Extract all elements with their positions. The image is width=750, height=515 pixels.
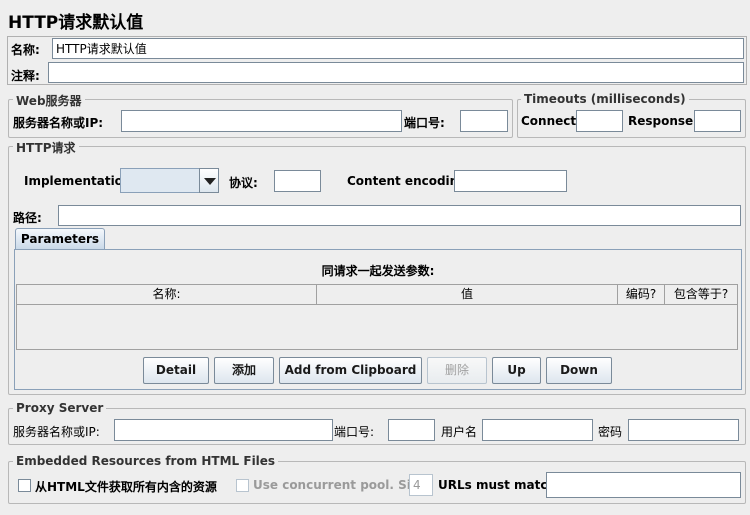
server-name-field[interactable] — [121, 110, 402, 132]
retrieve-resources-label: 从HTML文件获取所有内含的资源 — [35, 480, 217, 494]
proxy-server-name-field[interactable] — [114, 419, 333, 441]
name-field[interactable]: HTTP请求默认值 — [52, 38, 744, 59]
concurrent-pool-checkbox[interactable] — [236, 479, 249, 492]
pool-size-field[interactable]: 4 — [409, 474, 433, 496]
column-header-include-equals[interactable]: 包含等于? — [664, 284, 738, 305]
proxy-username-label: 用户名 — [441, 425, 478, 439]
protocol-label: 协议: — [229, 176, 258, 190]
proxy-username-field[interactable] — [482, 419, 593, 441]
connect-label: Connect: — [521, 114, 581, 128]
connect-field[interactable] — [576, 110, 623, 132]
urls-must-match-field[interactable] — [546, 472, 741, 498]
port-label: 端口号: — [404, 116, 445, 130]
down-button[interactable]: Down — [546, 357, 612, 384]
concurrent-pool-label: Use concurrent pool. Size: — [253, 478, 431, 492]
protocol-field[interactable] — [274, 170, 321, 192]
implementation-select[interactable] — [120, 168, 200, 193]
tab-parameters[interactable]: Parameters — [15, 228, 105, 250]
proxy-port-label: 端口号: — [334, 425, 375, 439]
name-label: 名称: — [11, 43, 40, 57]
parameters-caption: 同请求一起发送参数: — [321, 264, 435, 278]
column-header-encode[interactable]: 编码? — [617, 284, 665, 305]
add-from-clipboard-button[interactable]: Add from Clipboard — [279, 357, 422, 384]
proxy-server-name-label: 服务器名称或IP: — [13, 425, 100, 439]
delete-button[interactable]: 删除 — [427, 357, 487, 384]
path-field[interactable] — [58, 205, 741, 226]
proxy-server-legend: Proxy Server — [13, 401, 107, 415]
path-label: 路径: — [13, 211, 42, 225]
detail-button[interactable]: Detail — [143, 357, 209, 384]
encoding-label: Content encoding: — [347, 174, 472, 188]
server-name-label: 服务器名称或IP: — [13, 116, 104, 130]
response-label: Response: — [628, 114, 698, 128]
web-server-legend: Web服务器 — [13, 92, 85, 109]
comment-field[interactable] — [48, 62, 744, 83]
column-header-value[interactable]: 值 — [316, 284, 618, 305]
http-request-legend: HTTP请求 — [13, 139, 79, 156]
response-field[interactable] — [694, 110, 741, 132]
retrieve-resources-checkbox[interactable] — [18, 479, 31, 492]
comment-label: 注释: — [11, 69, 40, 83]
add-button[interactable]: 添加 — [214, 357, 274, 384]
page-title: HTTP请求默认值 — [8, 13, 144, 33]
proxy-password-field[interactable] — [628, 419, 739, 441]
up-button[interactable]: Up — [492, 357, 541, 384]
column-header-name[interactable]: 名称: — [16, 284, 317, 305]
port-field[interactable] — [460, 110, 508, 132]
encoding-field[interactable] — [454, 170, 567, 192]
timeouts-legend: Timeouts (milliseconds) — [521, 92, 689, 106]
proxy-port-field[interactable] — [388, 419, 435, 441]
chevron-down-icon[interactable] — [199, 168, 219, 193]
embedded-resources-legend: Embedded Resources from HTML Files — [13, 454, 279, 468]
urls-must-match-label: URLs must match: — [438, 478, 561, 492]
proxy-password-label: 密码 — [598, 425, 623, 439]
